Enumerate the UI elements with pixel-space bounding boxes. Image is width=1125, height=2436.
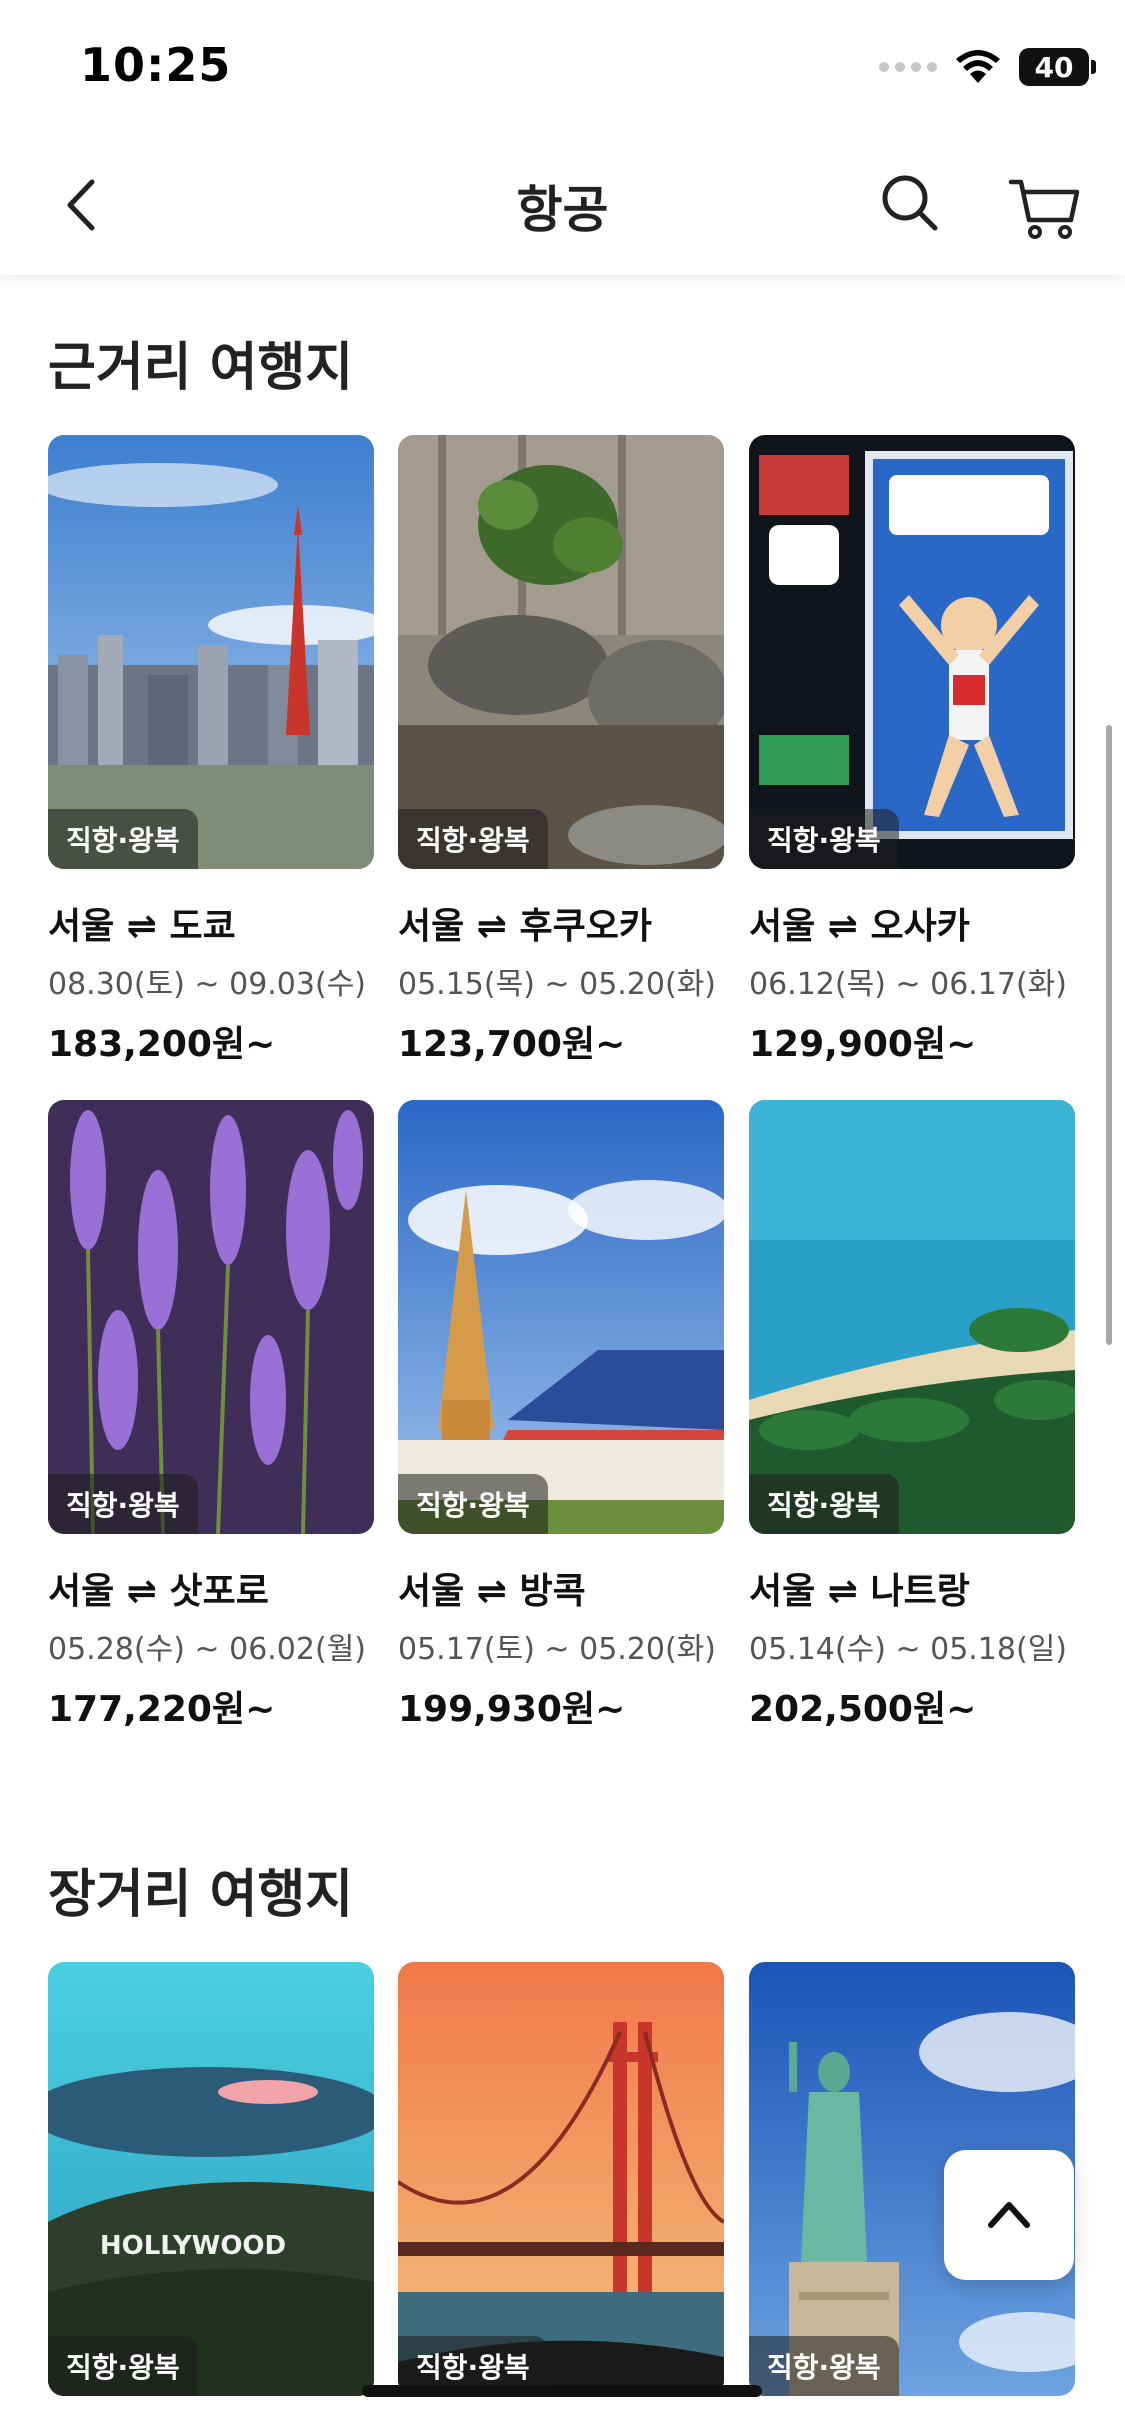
flight-badge: 직항·왕복 — [398, 809, 548, 869]
price-label: 199,930원~ — [398, 1689, 626, 1730]
flight-badge: 직항·왕복 — [48, 1474, 198, 1534]
hollywood-sign-text: HOLLYWOOD — [100, 2231, 286, 2261]
destination-image-tokyo: 직항·왕복 — [48, 435, 374, 869]
destination-card-hollywood[interactable]: HOLLYWOOD 직항·왕복 — [48, 1962, 374, 2396]
price-label: 183,200원~ — [48, 1024, 276, 1065]
app-header: 항공 — [0, 140, 1125, 275]
destination-card-nhatrang[interactable]: 직항·왕복 서울 ⇌ 나트랑 05.14(수) ~ 05.18(일) 202,5… — [749, 1100, 1075, 1732]
travel-dates: 05.15(목) ~ 05.20(화) — [398, 967, 716, 1002]
flight-badge: 직항·왕복 — [749, 2336, 899, 2396]
destination-card-sanfrancisco[interactable]: 직항·왕복 — [398, 1962, 724, 2396]
status-time: 10:25 — [80, 38, 232, 92]
flight-badge: 직항·왕복 — [749, 1474, 899, 1534]
travel-dates: 08.30(토) ~ 09.03(수) — [48, 967, 366, 1002]
scroll-to-top-button[interactable] — [944, 2150, 1074, 2280]
route-label: 서울 ⇌ 방콕 — [398, 1571, 586, 1612]
destination-image-fukuoka: 직항·왕복 — [398, 435, 724, 869]
travel-dates: 05.14(수) ~ 05.18(일) — [749, 1632, 1067, 1667]
price-label: 129,900원~ — [749, 1024, 977, 1065]
status-icons: 40 — [879, 48, 1096, 86]
destination-image-bangkok: 직항·왕복 — [398, 1100, 724, 1534]
home-indicator — [362, 2385, 762, 2397]
destination-image-sapporo: 직항·왕복 — [48, 1100, 374, 1534]
cart-button[interactable] — [1005, 168, 1085, 248]
destination-card-sapporo[interactable]: 직항·왕복 서울 ⇌ 삿포로 05.28(수) ~ 06.02(월) 177,2… — [48, 1100, 374, 1732]
chevron-up-icon — [988, 2202, 1030, 2228]
section-title-short-haul: 근거리 여행지 — [48, 338, 354, 398]
page-title: 항공 — [516, 181, 609, 239]
flight-badge: 직항·왕복 — [749, 809, 899, 869]
status-bar: 10:25 40 — [0, 0, 1125, 140]
route-label: 서울 ⇌ 삿포로 — [48, 1571, 269, 1612]
destination-card-osaka[interactable]: 직항·왕복 서울 ⇌ 오사카 06.12(목) ~ 06.17(화) 129,9… — [749, 435, 1075, 1067]
section-title-long-haul: 장거리 여행지 — [48, 1865, 354, 1925]
travel-dates: 06.12(목) ~ 06.17(화) — [749, 967, 1067, 1002]
destination-image-hollywood: HOLLYWOOD 직항·왕복 — [48, 1962, 374, 2396]
cellular-signal-icon — [879, 62, 937, 72]
route-label: 서울 ⇌ 도쿄 — [48, 906, 236, 947]
destination-card-fukuoka[interactable]: 직항·왕복 서울 ⇌ 후쿠오카 05.15(목) ~ 05.20(화) 123,… — [398, 435, 724, 1067]
route-label: 서울 ⇌ 후쿠오카 — [398, 906, 652, 947]
travel-dates: 05.28(수) ~ 06.02(월) — [48, 1632, 366, 1667]
route-label: 서울 ⇌ 오사카 — [749, 906, 970, 947]
destination-image-sanfrancisco: 직항·왕복 — [398, 1962, 724, 2396]
destination-card-bangkok[interactable]: 직항·왕복 서울 ⇌ 방콕 05.17(토) ~ 05.20(화) 199,93… — [398, 1100, 724, 1732]
price-label: 177,220원~ — [48, 1689, 276, 1730]
wifi-icon — [956, 50, 1000, 83]
flight-badge: 직항·왕복 — [48, 2336, 198, 2396]
search-icon — [882, 175, 938, 231]
travel-dates: 05.17(토) ~ 05.20(화) — [398, 1632, 716, 1667]
destination-card-tokyo[interactable]: 직항·왕복 서울 ⇌ 도쿄 08.30(토) ~ 09.03(수) 183,20… — [48, 435, 374, 1067]
price-label: 202,500원~ — [749, 1689, 977, 1730]
route-label: 서울 ⇌ 나트랑 — [749, 1571, 970, 1612]
battery-icon: 40 — [1019, 48, 1096, 86]
price-label: 123,700원~ — [398, 1024, 626, 1065]
scrollbar[interactable] — [1106, 725, 1112, 1345]
destination-image-nhatrang: 직항·왕복 — [749, 1100, 1075, 1534]
flight-badge: 직항·왕복 — [48, 809, 198, 869]
destination-image-osaka: 직항·왕복 — [749, 435, 1075, 869]
flight-badge: 직항·왕복 — [398, 1474, 548, 1534]
search-button[interactable] — [875, 168, 945, 238]
cart-icon — [1008, 179, 1080, 239]
